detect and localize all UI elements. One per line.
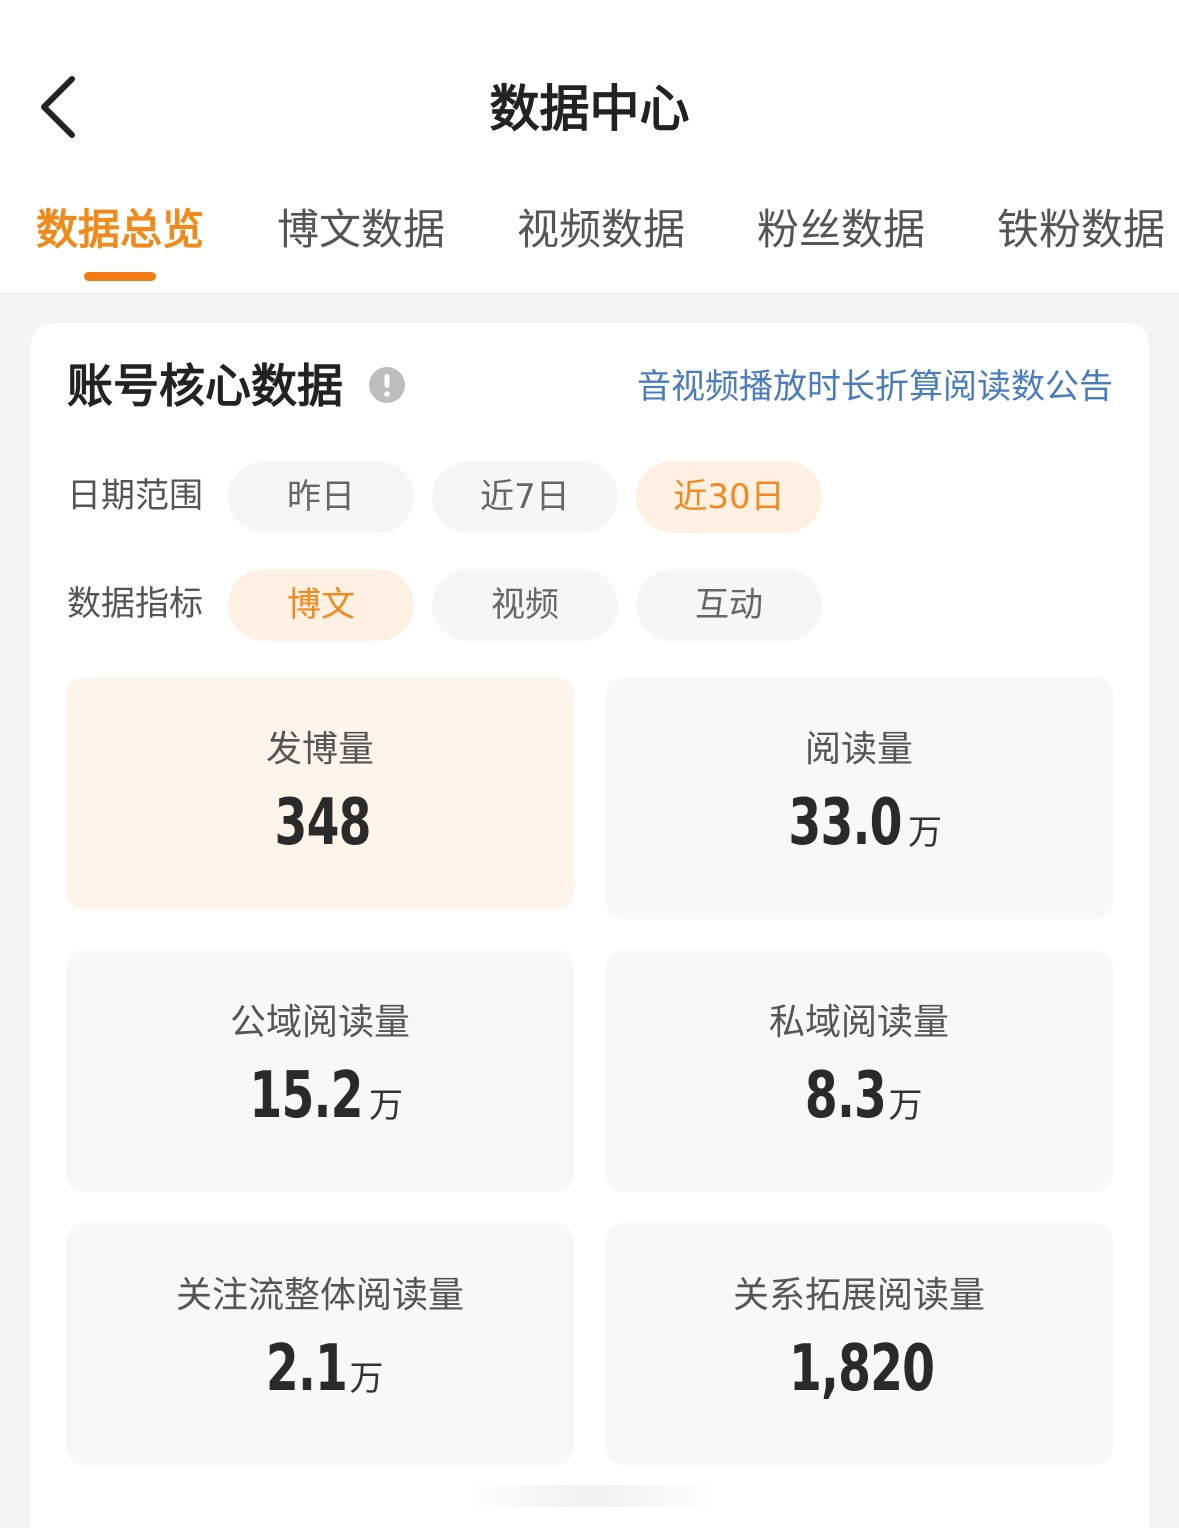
tab-fans[interactable]: 粉丝数据: [757, 200, 925, 260]
tab-bar: 数据总览 博文数据 视频数据 粉丝数据 铁粉数据: [0, 190, 1179, 294]
stat-number: 33.0: [788, 786, 902, 860]
stat-card-posts[interactable]: 发博量 348: [66, 677, 574, 909]
stat-value: 1,820: [605, 1329, 1113, 1425]
exclamation-circle-icon[interactable]: [369, 367, 405, 403]
stat-number: 15.2: [249, 1059, 363, 1133]
core-data-card: 账号核心数据 音视频播放时长折算阅读数公告 日期范围 昨日 近7日 近30日 数…: [31, 323, 1149, 1528]
stat-unit: 万: [888, 1086, 923, 1126]
metric-posts-button[interactable]: 博文: [228, 569, 414, 641]
page-title: 数据中心: [489, 80, 690, 138]
active-tab-indicator: [84, 272, 156, 281]
notice-link[interactable]: 音视频播放时长折算阅读数公告: [637, 359, 1113, 415]
stat-card-follow-feed-reads[interactable]: 关注流整体阅读量 2.1万: [66, 1223, 574, 1465]
stat-number: 348: [274, 786, 372, 860]
stat-number: 1,820: [789, 1332, 935, 1406]
loading-placeholder: [461, 1485, 721, 1507]
app-header: 数据中心 数据总览 博文数据 视频数据 粉丝数据 铁粉数据: [0, 0, 1179, 294]
tab-overview[interactable]: 数据总览: [36, 200, 204, 260]
stat-value: 2.1万: [66, 1329, 574, 1425]
tab-videos[interactable]: 视频数据: [517, 200, 685, 260]
date-range-label: 日期范围: [67, 476, 203, 516]
stat-value: 348: [66, 783, 574, 879]
stat-unit: 万: [369, 1086, 404, 1126]
stat-card-private-reads[interactable]: 私域阅读量 8.3万: [605, 950, 1113, 1192]
metric-videos-button[interactable]: 视频: [432, 569, 618, 641]
stat-label: 私域阅读量: [768, 1002, 949, 1043]
stat-value: 15.2 万: [66, 1056, 574, 1152]
tab-posts[interactable]: 博文数据: [277, 200, 445, 260]
stat-label: 关系拓展阅读量: [732, 1275, 985, 1316]
stat-value: 8.3万: [605, 1056, 1113, 1152]
stat-label: 公域阅读量: [229, 1002, 410, 1043]
date-7days-button[interactable]: 近7日: [432, 461, 618, 533]
core-data-title: 账号核心数据: [67, 359, 343, 413]
stat-card-public-reads[interactable]: 公域阅读量 15.2 万: [66, 950, 574, 1192]
stat-unit: 万: [349, 1359, 384, 1399]
stat-value: 33.0 万: [605, 783, 1113, 879]
metric-label: 数据指标: [67, 584, 203, 624]
stat-number: 8.3: [804, 1059, 886, 1133]
stat-label: 关注流整体阅读量: [175, 1275, 464, 1316]
tab-iron-fans[interactable]: 铁粉数据: [997, 200, 1165, 260]
stat-card-relation-reads[interactable]: 关系拓展阅读量 1,820: [605, 1223, 1113, 1465]
date-30days-button[interactable]: 近30日: [636, 461, 822, 533]
date-yesterday-button[interactable]: 昨日: [228, 461, 414, 533]
metric-interaction-button[interactable]: 互动: [636, 569, 822, 641]
stat-number: 2.1: [265, 1332, 347, 1406]
stat-label: 发博量: [265, 729, 374, 770]
stat-card-reads[interactable]: 阅读量 33.0 万: [605, 677, 1113, 919]
stat-unit: 万: [908, 813, 943, 853]
stat-label: 阅读量: [804, 729, 913, 770]
